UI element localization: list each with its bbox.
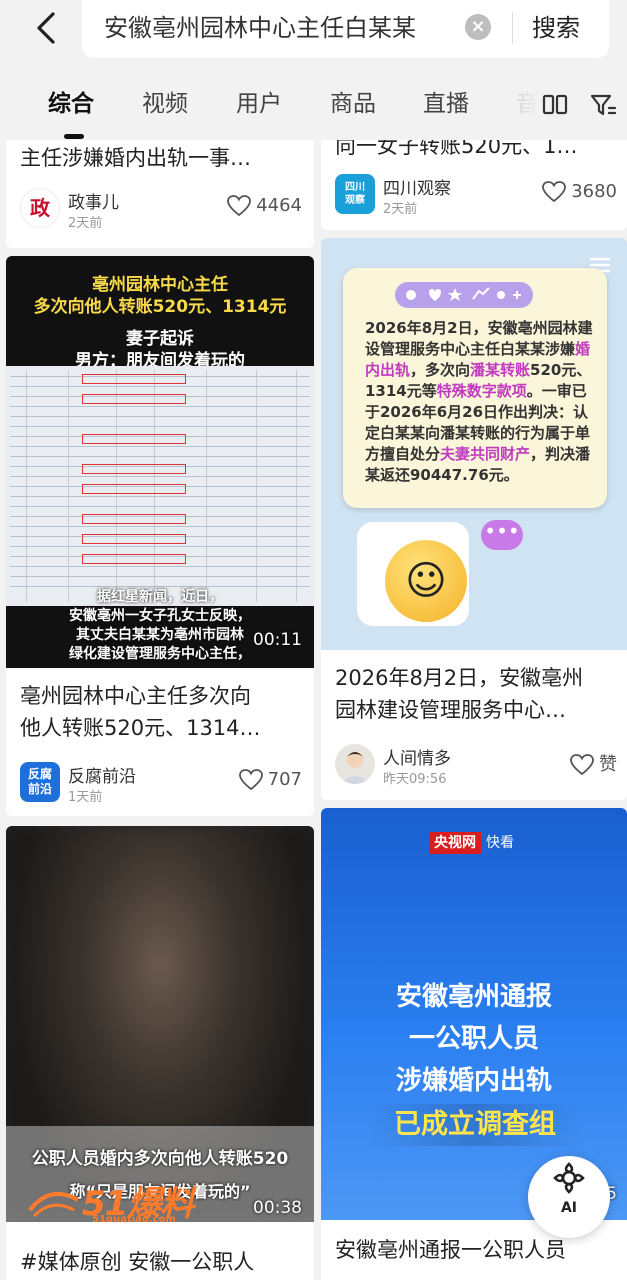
watermark-url: 51guatiao.com bbox=[92, 1214, 176, 1222]
title-line: 亳州园林中心主任多次向 bbox=[20, 684, 251, 708]
video-subtitle: 据红星新闻，近日， 安徽亳州一女子孔女士反映， 其丈夫白某某为亳州市园林 绿化建… bbox=[6, 588, 314, 664]
source-name: 央视网 bbox=[429, 832, 481, 854]
result-card-4[interactable]: 公职人员婚内多次向他人转账520 称“只是朋友间发着玩的” 51爆料 51gua… bbox=[6, 826, 314, 1280]
tab-fade bbox=[500, 82, 540, 126]
author-name[interactable]: 人间情多 bbox=[383, 744, 451, 769]
card-title: 主任涉嫌婚内出轨一事… bbox=[20, 146, 251, 170]
heart-outline-icon bbox=[542, 181, 567, 203]
card-author: 政 政事儿 2天前 4464 bbox=[20, 188, 302, 232]
watermark-logo: 51爆料 51guatiao.com bbox=[26, 1174, 226, 1222]
like-count: 3680 bbox=[571, 181, 617, 202]
post-time: 2天前 bbox=[383, 202, 418, 217]
result-card-3[interactable]: 2026年8月2日，安徽亳州园林建设管理服务中心主任白某某涉嫌婚内出轨，多次向潘… bbox=[321, 238, 627, 800]
tab-user[interactable]: 用户 bbox=[236, 82, 282, 126]
card-title: 安徽亳州通报一公职人员 bbox=[335, 1238, 566, 1262]
spreadsheet-image bbox=[6, 366, 314, 606]
like-button[interactable]: 3680 bbox=[541, 180, 617, 208]
subheadline-line: 妻子起诉 bbox=[126, 329, 194, 349]
headline-line: 亳州园林中心主任 bbox=[92, 275, 228, 295]
ai-assistant-button[interactable]: AI bbox=[528, 1156, 610, 1238]
post-image[interactable]: 2026年8月2日，安徽亳州园林建设管理服务中心主任白某某涉嫌婚内出轨，多次向潘… bbox=[321, 238, 627, 650]
headline-line: 一公职人员 bbox=[408, 1024, 539, 1054]
thumbnail-headline: 亳州园林中心主任 多次向他人转账520元、1314元 bbox=[6, 274, 314, 318]
divider bbox=[512, 12, 513, 44]
top-bar: 安徽亳州园林中心主任白某某 × 搜索 综合 视频 用户 商品 直播 音 bbox=[0, 0, 627, 140]
post-time: 2天前 bbox=[68, 216, 103, 231]
like-count: 707 bbox=[267, 769, 302, 790]
avatar[interactable]: 反腐 前沿 bbox=[20, 762, 60, 802]
highlight-line: 已成立调查组 bbox=[367, 1104, 583, 1146]
clear-icon[interactable]: × bbox=[465, 14, 491, 40]
search-input[interactable]: 安徽亳州园林中心主任白某某 bbox=[104, 12, 456, 44]
result-card-1[interactable]: 向一女子转账520元、1… 四川 观察 四川观察 2天前 3680 bbox=[321, 130, 627, 230]
card-author: 反腐 前沿 反腐前沿 1天前 707 bbox=[20, 762, 302, 806]
note-highlight: 特殊数字款项 bbox=[436, 382, 527, 400]
video-thumbnail[interactable]: 亳州园林中心主任 多次向他人转账520元、1314元 妻子起诉 男方：朋友间发着… bbox=[6, 256, 314, 668]
note-segment: 2026年8月2日，安徽亳州园林建设管理服务中心主任白某某涉嫌 bbox=[365, 319, 593, 358]
title-line: 他人转账520元、1314… bbox=[20, 716, 261, 740]
chat-bubble-icon: ••• bbox=[481, 520, 523, 550]
card-title: #媒体原创 安徽一公职人 bbox=[20, 1250, 255, 1274]
tab-goods[interactable]: 商品 bbox=[330, 82, 376, 126]
like-button[interactable]: 707 bbox=[238, 768, 302, 796]
heart-outline-icon bbox=[570, 754, 594, 776]
author-name[interactable]: 政事儿 bbox=[68, 188, 119, 213]
post-time: 1天前 bbox=[68, 790, 103, 805]
tab-all[interactable]: 综合 bbox=[48, 82, 94, 126]
card-title: 亳州园林中心主任多次向 他人转账520元、1314… bbox=[20, 680, 261, 744]
author-name[interactable]: 四川观察 bbox=[383, 174, 451, 199]
source-channel: 快看 bbox=[486, 835, 514, 851]
video-duration: 00:11 bbox=[253, 630, 302, 650]
card-title: 2026年8月2日，安徽亳州 园林建设管理服务中心… bbox=[335, 662, 583, 726]
result-card-2[interactable]: 亳州园林中心主任 多次向他人转账520元、1314元 妻子起诉 男方：朋友间发着… bbox=[6, 256, 314, 816]
emoji-card: ☺ bbox=[357, 522, 469, 626]
heart-outline-icon bbox=[227, 195, 252, 217]
headline-line: 多次向他人转账520元、1314元 bbox=[33, 297, 287, 317]
title-line: 2026年8月2日，安徽亳州 bbox=[335, 666, 584, 690]
heart-outline-icon bbox=[238, 769, 263, 791]
dual-column-icon[interactable] bbox=[540, 90, 570, 120]
like-button[interactable]: 4464 bbox=[226, 194, 302, 222]
like-count: 4464 bbox=[256, 195, 302, 216]
post-time: 昨天09:56 bbox=[383, 772, 447, 787]
avatar[interactable]: 四川 观察 bbox=[335, 174, 375, 214]
title-line: 园林建设管理服务中心… bbox=[335, 698, 566, 722]
filter-icon[interactable] bbox=[588, 90, 618, 120]
video-caption: 公职人员婚内多次向他人转账520 bbox=[31, 1149, 289, 1169]
source-badge: 央视网 快看 bbox=[429, 832, 519, 854]
smiling-face-icon: ☺ bbox=[385, 540, 467, 622]
avatar[interactable]: 政 bbox=[20, 188, 60, 228]
note-toolbar bbox=[395, 282, 533, 308]
back-arrow-icon[interactable] bbox=[28, 8, 68, 48]
like-count: 赞 bbox=[599, 754, 617, 775]
note-segment: ，多次向 bbox=[410, 361, 471, 379]
like-button[interactable]: 赞 bbox=[569, 750, 617, 778]
headline-line: 安徽亳州通报 bbox=[395, 982, 552, 1012]
avatar[interactable] bbox=[335, 744, 375, 784]
tab-live[interactable]: 直播 bbox=[423, 82, 469, 126]
subtitle-line: 安徽亳州一女子孔女士反映， bbox=[69, 608, 251, 624]
note-card: 2026年8月2日，安徽亳州园林建设管理服务中心主任白某某涉嫌婚内出轨，多次向潘… bbox=[343, 268, 607, 508]
note-highlight: 潘某转账 bbox=[470, 361, 531, 379]
search-button[interactable]: 搜索 bbox=[532, 12, 580, 44]
active-tab-indicator bbox=[64, 134, 84, 139]
result-card-0[interactable]: 主任涉嫌婚内出轨一事… 政 政事儿 2天前 4464 bbox=[6, 130, 314, 248]
tab-video[interactable]: 视频 bbox=[142, 82, 188, 126]
card-author: 四川 观察 四川观察 2天前 3680 bbox=[335, 174, 617, 218]
card-author: 人间情多 昨天09:56 赞 bbox=[335, 744, 617, 788]
video-duration: 00:38 bbox=[253, 1198, 302, 1218]
note-text: 2026年8月2日，安徽亳州园林建设管理服务中心主任白某某涉嫌婚内出轨，多次向潘… bbox=[365, 318, 595, 486]
subtitle-line: 据红星新闻，近日， bbox=[97, 589, 223, 605]
video-thumbnail[interactable]: 公职人员婚内多次向他人转账520 称“只是朋友间发着玩的” 51爆料 51gua… bbox=[6, 826, 314, 1222]
author-name[interactable]: 反腐前沿 bbox=[68, 762, 136, 787]
note-highlight: 夫妻共同财产 bbox=[440, 445, 531, 463]
search-box[interactable]: 安徽亳州园林中心主任白某某 × 搜索 bbox=[82, 0, 609, 58]
ai-label: AI bbox=[560, 1200, 578, 1216]
headline-line: 涉嫌婚内出轨 bbox=[395, 1066, 552, 1096]
